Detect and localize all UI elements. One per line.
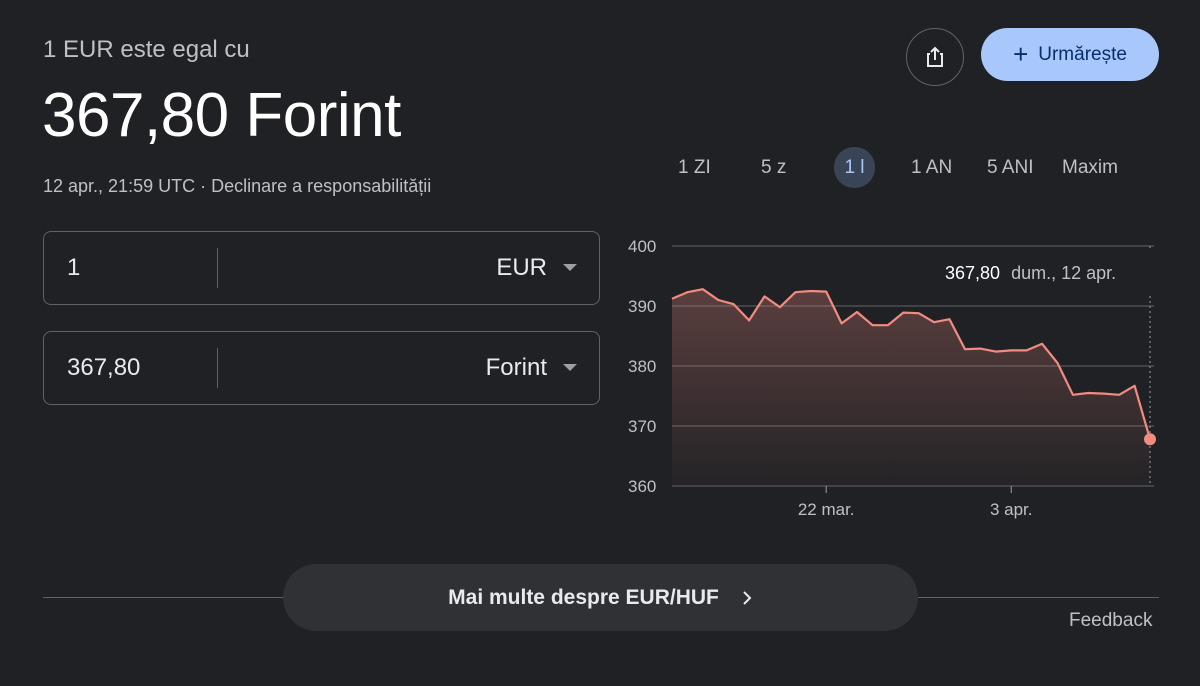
- y-tick-label: 360: [628, 477, 656, 496]
- plus-icon: +: [1013, 38, 1029, 69]
- from-currency-select[interactable]: EUR: [496, 254, 547, 282]
- tab-1-month[interactable]: 1 l: [834, 147, 875, 188]
- chart-current-point: [1144, 433, 1156, 446]
- chart-tooltip: 367,80 dum., 12 apr.: [925, 250, 1155, 296]
- separator: ·: [200, 176, 207, 196]
- chevron-down-icon[interactable]: [563, 264, 577, 271]
- disclaimer-link[interactable]: Declinare a responsabilității: [211, 176, 431, 196]
- x-tick-label: 3 apr.: [990, 500, 1033, 519]
- more-about-pair-button[interactable]: Mai multe despre EUR/HUF: [283, 564, 918, 631]
- y-tick-label: 380: [628, 357, 656, 376]
- y-tick-label: 370: [628, 417, 656, 436]
- y-tick-label: 390: [628, 297, 656, 316]
- timestamp: 12 apr., 21:59 UTC: [43, 176, 196, 196]
- chart-area-fill: [672, 289, 1150, 486]
- x-tick-label: 22 mar.: [798, 500, 855, 519]
- to-amount-input[interactable]: 367,80: [67, 354, 140, 382]
- tab-5-years[interactable]: 5 ANI: [987, 154, 1033, 182]
- share-button[interactable]: [906, 28, 964, 86]
- follow-button[interactable]: + Urmărește: [981, 28, 1159, 81]
- converter-to[interactable]: 367,80 Forint: [43, 331, 600, 405]
- converter-divider: [217, 248, 218, 288]
- tab-max[interactable]: Maxim: [1062, 154, 1118, 182]
- from-amount-input[interactable]: 1: [67, 254, 80, 282]
- tab-5-days[interactable]: 5 z: [761, 154, 786, 182]
- tab-1-year[interactable]: 1 AN: [911, 154, 952, 182]
- exchange-rate-value: 367,80 Forint: [42, 81, 401, 150]
- tab-1-day[interactable]: 1 ZI: [678, 154, 711, 182]
- more-about-label: Mai multe despre EUR/HUF: [448, 585, 719, 609]
- y-tick-label: 400: [628, 237, 656, 256]
- timestamp-line: 12 apr., 21:59 UTC · Declinare a respons…: [43, 176, 431, 197]
- chevron-down-icon[interactable]: [563, 364, 577, 371]
- share-icon: [927, 46, 943, 67]
- feedback-link[interactable]: Feedback: [1069, 610, 1152, 632]
- subtitle: 1 EUR este egal cu: [43, 36, 250, 63]
- follow-label: Urmărește: [1038, 43, 1127, 65]
- chevron-right-icon: [743, 590, 752, 605]
- converter-from[interactable]: 1 EUR: [43, 231, 600, 305]
- to-currency-select[interactable]: Forint: [486, 354, 547, 382]
- tooltip-date: dum., 12 apr.: [1011, 262, 1117, 283]
- converter-divider: [217, 348, 218, 388]
- tooltip-value: 367,80: [945, 262, 1001, 283]
